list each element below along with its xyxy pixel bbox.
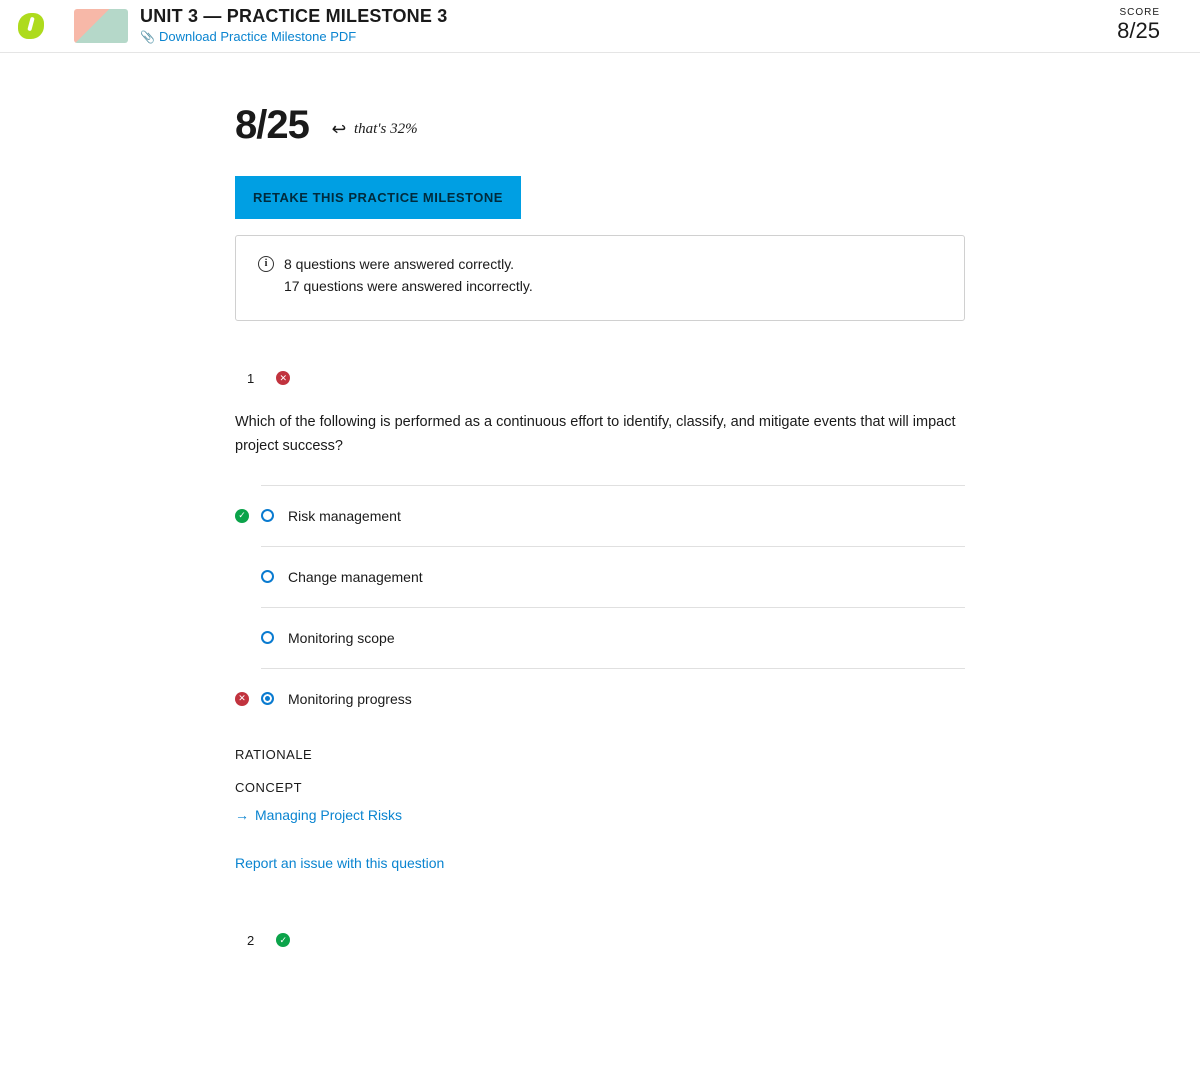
info-icon: i [258, 256, 274, 272]
answer-option[interactable]: ✕ Monitoring progress [261, 668, 965, 729]
question-number: 2 [247, 933, 254, 948]
summary-box: i 8 questions were answered correctly. 1… [235, 235, 965, 321]
score-label: SCORE [1117, 7, 1160, 18]
download-pdf-label: Download Practice Milestone PDF [159, 29, 356, 44]
concept-label: CONCEPT [235, 780, 965, 795]
option-label: Monitoring scope [288, 630, 395, 646]
question-number: 1 [247, 371, 254, 386]
correct-count-line: 8 questions were answered correctly. [284, 256, 514, 272]
retake-button[interactable]: RETAKE THIS PRACTICE MILESTONE [235, 176, 521, 219]
answer-option[interactable]: Monitoring scope [261, 607, 965, 668]
option-label: Change management [288, 569, 423, 585]
radio-icon [261, 631, 274, 644]
status-correct-icon: ✓ [276, 933, 290, 947]
radio-icon [261, 570, 274, 583]
answer-option[interactable]: Change management [261, 546, 965, 607]
result-score: 8/25 [235, 103, 309, 148]
x-icon: ✕ [235, 692, 249, 706]
score-value: 8/25 [1117, 18, 1160, 44]
question-block: 2 ✓ [235, 933, 965, 948]
paperclip-icon: 📎 [140, 30, 155, 44]
concept-link[interactable]: → Managing Project Risks [235, 807, 402, 823]
radio-selected-icon [261, 692, 274, 705]
incorrect-count-line: 17 questions were answered incorrectly. [284, 278, 533, 294]
percent-text: that's 32% [354, 121, 418, 138]
arrow-right-icon: → [235, 807, 249, 823]
course-thumbnail [74, 9, 128, 43]
percent-note: ↪ that's 32% [333, 119, 418, 148]
page-title: UNIT 3 — PRACTICE MILESTONE 3 [140, 6, 1117, 27]
check-icon: ✓ [235, 509, 249, 523]
status-wrong-icon: ✕ [276, 371, 290, 385]
question-block: 1 ✕ Which of the following is performed … [235, 371, 965, 873]
download-pdf-link[interactable]: 📎 Download Practice Milestone PDF [140, 29, 356, 44]
concept-link-text: Managing Project Risks [255, 807, 402, 823]
curved-arrow-icon: ↪ [333, 119, 348, 140]
answer-option[interactable]: ✓ Risk management [261, 485, 965, 546]
brand-logo-icon [18, 13, 44, 39]
rationale-label: RATIONALE [235, 747, 965, 762]
option-label: Monitoring progress [288, 691, 412, 707]
radio-icon [261, 509, 274, 522]
question-text: Which of the following is performed as a… [235, 410, 965, 459]
report-issue-link[interactable]: Report an issue with this question [235, 855, 444, 871]
option-label: Risk management [288, 508, 401, 524]
